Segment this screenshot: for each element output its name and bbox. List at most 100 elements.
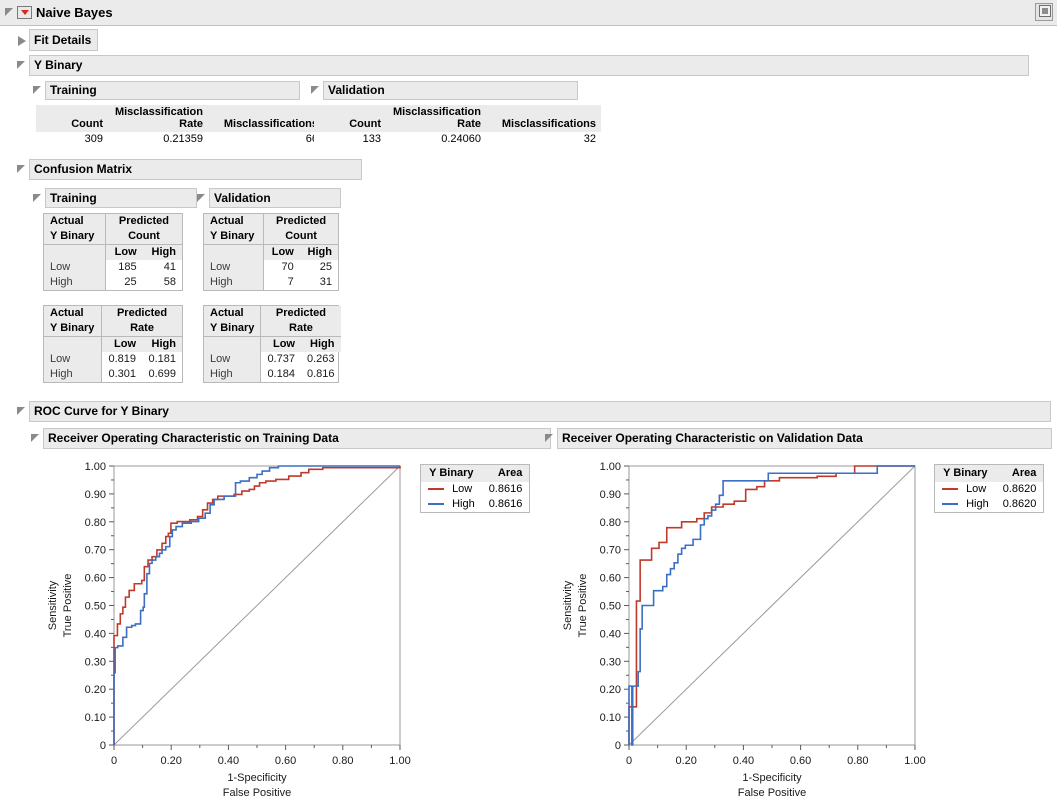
table-row: 309 0.21359 66 — [36, 132, 323, 147]
svg-text:0.20: 0.20 — [85, 684, 106, 696]
cell-low-high: 0.181 — [142, 352, 182, 367]
confusion-matrix-disclosure-icon[interactable] — [16, 164, 27, 175]
legend-swatch-low — [428, 488, 444, 490]
svg-text:1.00: 1.00 — [389, 755, 410, 767]
cell-high-low: 7 — [264, 275, 300, 290]
col-high: High — [142, 337, 182, 353]
actual-label: Actual — [44, 306, 102, 321]
col-high: High — [301, 337, 341, 353]
summary-panel-validation-header[interactable]: Validation — [310, 81, 578, 100]
svg-text:0.40: 0.40 — [218, 755, 239, 767]
roc-disclosure-icon[interactable] — [16, 406, 27, 417]
section-roc-curve[interactable]: ROC Curve for Y Binary — [16, 401, 1051, 422]
count-label: Count — [105, 229, 182, 245]
svg-text:0.50: 0.50 — [85, 601, 106, 613]
cm-training-label: Training — [50, 192, 97, 204]
svg-text:0: 0 — [626, 755, 632, 767]
confusion-panel-validation-header[interactable]: Validation — [196, 188, 341, 208]
legend-row-low[interactable]: Low 0.8616 — [421, 482, 529, 497]
confusion-panel-training-header[interactable]: Training — [32, 188, 197, 208]
svg-text:0.30: 0.30 — [600, 656, 621, 668]
cell-high-high: 58 — [143, 275, 182, 290]
table-header-row: Count MisclassificationRate Misclassific… — [36, 105, 323, 132]
table-header-row: Y Binary Rate — [204, 321, 341, 337]
window-title-bar: Naive Bayes — [0, 0, 1057, 26]
svg-text:0: 0 — [111, 755, 117, 767]
table-row: High 25 58 — [44, 275, 182, 290]
predicted-label: Predicted — [261, 306, 341, 321]
cell-high-low: 25 — [105, 275, 142, 290]
legend-validation: Y Binary Area Low 0.8620 High 0.8620 — [934, 464, 1044, 513]
svg-text:Sensitivity: Sensitivity — [47, 580, 59, 630]
roc-validation-panel-header[interactable]: Receiver Operating Characteristic on Val… — [544, 428, 1052, 449]
legend-header-row: Y Binary Area — [935, 465, 1043, 482]
col-misclassification-rate: MisclassificationRate — [108, 105, 208, 132]
legend-row-low[interactable]: Low 0.8620 — [935, 482, 1043, 497]
roc-training-panel-header[interactable]: Receiver Operating Characteristic on Tra… — [30, 428, 551, 449]
training-summary-disclosure-icon[interactable] — [32, 85, 43, 96]
table-header-row: Actual Predicted — [204, 306, 341, 321]
confusion-rate-table-training: Actual Predicted Y Binary Rate Low High … — [43, 305, 183, 383]
legend-header-row: Y Binary Area — [421, 465, 529, 482]
rate-label: Rate — [261, 321, 341, 337]
legend-label-low: Low — [421, 482, 482, 497]
fit-details-disclosure-icon[interactable] — [16, 35, 27, 46]
cell-low-high: 41 — [143, 260, 182, 275]
table-header-row: Y Binary Count — [204, 229, 338, 245]
actual-label: Actual — [204, 306, 261, 321]
validation-summary-disclosure-icon[interactable] — [310, 85, 321, 96]
red-triangle-menu-icon[interactable] — [17, 6, 32, 19]
svg-text:False Positive: False Positive — [223, 787, 291, 799]
cm-training-disclosure-icon[interactable] — [32, 193, 43, 204]
roc-chart-validation[interactable]: 00.100.200.300.400.500.600.700.800.901.0… — [545, 458, 965, 803]
col-misclassifications: Misclassifications — [208, 105, 323, 132]
cell-low-high: 0.263 — [301, 352, 341, 367]
roc-chart-training[interactable]: 00.100.200.300.400.500.600.700.800.901.0… — [30, 458, 450, 803]
legend-col-y-binary: Y Binary — [935, 465, 996, 482]
svg-text:0.20: 0.20 — [675, 755, 696, 767]
section-y-binary[interactable]: Y Binary — [16, 55, 1051, 76]
predicted-label: Predicted — [105, 214, 182, 229]
section-fit-details[interactable]: Fit Details — [16, 29, 98, 51]
row-label-high: High — [44, 275, 105, 290]
svg-text:0.10: 0.10 — [600, 712, 621, 724]
legend-row-high[interactable]: High 0.8620 — [935, 497, 1043, 512]
svg-text:0.70: 0.70 — [85, 545, 106, 557]
window-disclosure-triangle-icon[interactable] — [4, 7, 15, 18]
summary-table-training: Count MisclassificationRate Misclassific… — [36, 105, 323, 147]
table-row: 133 0.24060 32 — [314, 132, 601, 147]
svg-text:True Positive: True Positive — [577, 574, 589, 638]
svg-text:0: 0 — [100, 740, 106, 752]
legend-row-high[interactable]: High 0.8616 — [421, 497, 529, 512]
confusion-rate-table-validation: Actual Predicted Y Binary Rate Low High … — [203, 305, 339, 383]
cell-high-high: 31 — [300, 275, 338, 290]
cell-high-low: 0.184 — [261, 367, 301, 382]
col-low: Low — [102, 337, 142, 353]
window-restore-icon[interactable] — [1035, 3, 1053, 21]
table-header-row: Actual Predicted — [204, 214, 338, 229]
legend-swatch-low — [942, 488, 958, 490]
spacer-cell — [204, 245, 264, 261]
svg-text:0.90: 0.90 — [85, 489, 106, 501]
svg-text:0.20: 0.20 — [160, 755, 181, 767]
cell-high-low: 0.301 — [102, 367, 142, 382]
section-confusion-matrix[interactable]: Confusion Matrix — [16, 159, 362, 180]
table-header-row: Y Binary Count — [44, 229, 182, 245]
svg-text:0.80: 0.80 — [847, 755, 868, 767]
row-label-high: High — [204, 275, 264, 290]
table-header-row: Actual Predicted — [44, 306, 182, 321]
variable-label: Y Binary — [204, 321, 261, 337]
y-binary-disclosure-icon[interactable] — [16, 60, 27, 71]
svg-text:0: 0 — [615, 740, 621, 752]
row-label-low: Low — [204, 260, 264, 275]
col-low: Low — [105, 245, 142, 261]
cell-low-high: 25 — [300, 260, 338, 275]
svg-text:0.50: 0.50 — [600, 601, 621, 613]
row-label-low: Low — [204, 352, 261, 367]
roc-training-disclosure-icon[interactable] — [30, 433, 41, 444]
col-high: High — [300, 245, 338, 261]
summary-panel-training-header[interactable]: Training — [32, 81, 300, 100]
cm-validation-disclosure-icon[interactable] — [196, 193, 207, 204]
table-header-row: Count MisclassificationRate Misclassific… — [314, 105, 601, 132]
roc-validation-disclosure-icon[interactable] — [544, 433, 555, 444]
